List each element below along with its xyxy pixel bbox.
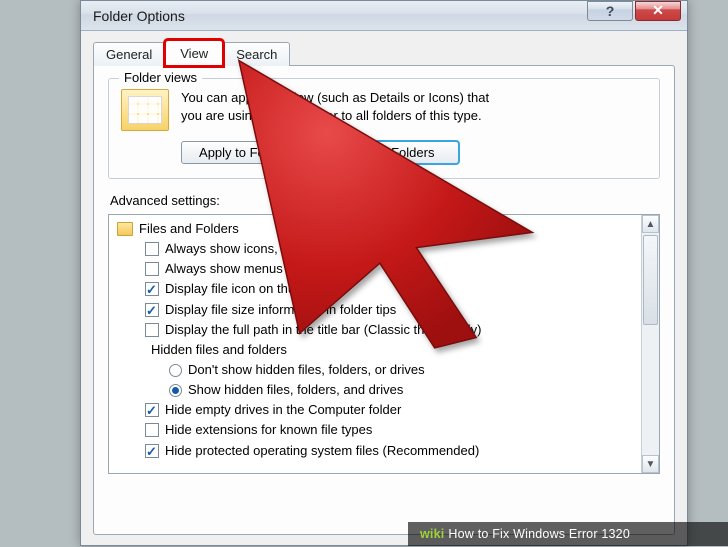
tab-view-panel: Folder views You can apply the view (suc… xyxy=(93,65,675,535)
folder-views-legend: Folder views xyxy=(119,70,202,85)
opt-dont-show-hidden[interactable]: Don't show hidden files, folders, or dri… xyxy=(169,360,637,380)
radio-icon[interactable] xyxy=(169,364,182,377)
window-title: Folder Options xyxy=(93,8,585,24)
chevron-down-icon: ▼ xyxy=(646,459,656,470)
scroll-up-button[interactable]: ▲ xyxy=(642,215,659,233)
reset-folders-button[interactable]: Reset Folders xyxy=(329,141,459,164)
opt-file-icon-thumbs[interactable]: Display file icon on thumbnails xyxy=(145,279,637,299)
folder-views-group: Folder views You can apply the view (suc… xyxy=(108,78,660,179)
scroll-down-button[interactable]: ▼ xyxy=(642,455,659,473)
opt-hide-empty-drives[interactable]: Hide empty drives in the Computer folder xyxy=(145,400,637,420)
dialog-client-area: General View Search Folder views You can… xyxy=(81,31,687,547)
watermark-brand: wiki xyxy=(420,527,444,541)
checkbox-icon[interactable] xyxy=(145,444,159,458)
help-button[interactable]: ? xyxy=(587,1,633,21)
tree-hidden-files-group[interactable]: Hidden files and folders xyxy=(145,340,637,360)
opt-always-menus[interactable]: Always show menus xyxy=(145,259,637,279)
opt-file-size-tips[interactable]: Display file size information in folder … xyxy=(145,300,637,320)
tab-search[interactable]: Search xyxy=(223,42,290,66)
tab-view[interactable]: View xyxy=(165,40,223,66)
checkbox-icon[interactable] xyxy=(145,323,159,337)
checkbox-icon[interactable] xyxy=(145,282,159,296)
tab-strip: General View Search xyxy=(93,39,675,65)
tree-root-files-folders[interactable]: Files and Folders xyxy=(113,219,637,239)
scrollbar[interactable]: ▲ ▼ xyxy=(641,215,659,473)
apply-to-folders-button[interactable]: Apply to Folders xyxy=(181,141,311,164)
folder-options-dialog: Folder Options ? ✕ General View Search F… xyxy=(80,0,688,546)
folder-views-description: You can apply the view (such as Details … xyxy=(181,89,647,125)
folder-views-icon xyxy=(121,89,169,131)
titlebar[interactable]: Folder Options ? ✕ xyxy=(81,1,687,31)
opt-hide-protected-os-files[interactable]: Hide protected operating system files (R… xyxy=(145,441,637,461)
opt-full-path-title[interactable]: Display the full path in the title bar (… xyxy=(145,320,637,340)
folder-icon xyxy=(117,222,133,236)
watermark: wiki How to Fix Windows Error 1320 xyxy=(408,522,728,546)
tab-general[interactable]: General xyxy=(93,42,165,66)
checkbox-icon[interactable] xyxy=(145,262,159,276)
tree-content: Files and Folders Always show icons, nev… xyxy=(109,215,641,473)
watermark-text: How to Fix Windows Error 1320 xyxy=(448,527,630,541)
close-icon: ✕ xyxy=(652,2,664,19)
checkbox-icon[interactable] xyxy=(145,403,159,417)
close-button[interactable]: ✕ xyxy=(635,1,681,21)
opt-show-hidden[interactable]: Show hidden files, folders, and drives xyxy=(169,380,637,400)
radio-icon[interactable] xyxy=(169,384,182,397)
chevron-up-icon: ▲ xyxy=(646,219,656,230)
checkbox-icon[interactable] xyxy=(145,423,159,437)
opt-hide-extensions[interactable]: Hide extensions for known file types xyxy=(145,420,637,440)
scroll-track[interactable] xyxy=(642,233,659,455)
checkbox-icon[interactable] xyxy=(145,303,159,317)
opt-always-icons[interactable]: Always show icons, never thumbnails xyxy=(145,239,637,259)
checkbox-icon[interactable] xyxy=(145,242,159,256)
scroll-thumb[interactable] xyxy=(643,235,658,325)
advanced-settings-tree[interactable]: Files and Folders Always show icons, nev… xyxy=(108,214,660,474)
advanced-settings-label: Advanced settings: xyxy=(110,193,660,208)
